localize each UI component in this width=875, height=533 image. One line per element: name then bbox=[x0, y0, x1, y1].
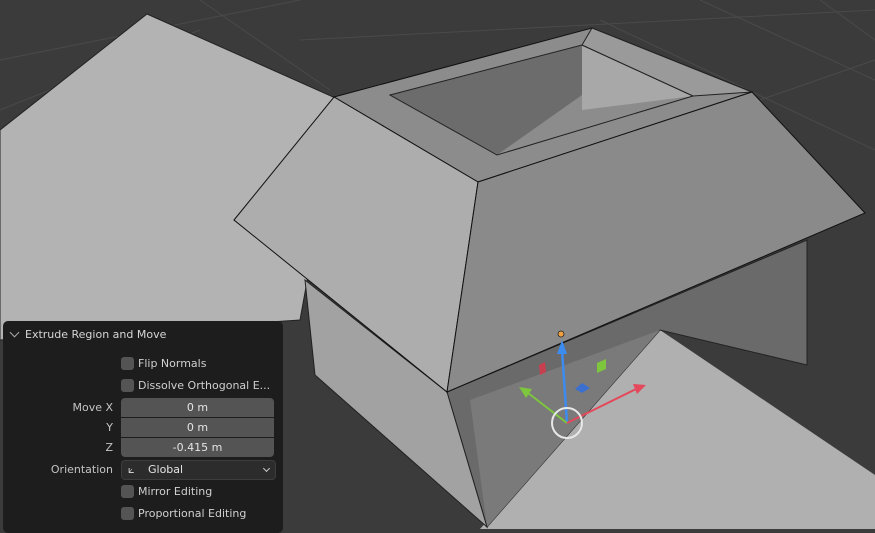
move-z-field[interactable]: -0.415 m bbox=[121, 438, 274, 457]
checkbox-label: Flip Normals bbox=[138, 357, 207, 370]
checkbox-icon[interactable] bbox=[121, 379, 134, 392]
orientation-axes-icon: ⟀ bbox=[128, 463, 135, 476]
checkbox-icon[interactable] bbox=[121, 485, 134, 498]
checkbox-icon[interactable] bbox=[121, 357, 134, 370]
operator-panel: Extrude Region and Move Flip Normals Dis… bbox=[3, 321, 283, 533]
flip-normals-checkbox[interactable]: Flip Normals bbox=[3, 355, 283, 374]
checkbox-label: Dissolve Orthogonal E... bbox=[138, 379, 271, 392]
panel-title: Extrude Region and Move bbox=[25, 327, 167, 341]
panel-header[interactable]: Extrude Region and Move bbox=[9, 327, 167, 341]
orientation-label: Orientation bbox=[50, 463, 113, 476]
orientation-dropdown[interactable]: ⟀ Global bbox=[121, 460, 276, 480]
checkbox-label: Mirror Editing bbox=[138, 485, 213, 498]
checkbox-icon[interactable] bbox=[121, 507, 134, 520]
move-x-label: Move X bbox=[72, 401, 113, 414]
checkbox-label: Proportional Editing bbox=[138, 507, 247, 520]
chevron-down-icon bbox=[9, 327, 20, 337]
proportional-editing-checkbox[interactable]: Proportional Editing bbox=[3, 505, 283, 524]
move-y-label: Y bbox=[106, 421, 113, 434]
move-x-field[interactable]: 0 m bbox=[121, 398, 274, 417]
chevron-down-icon bbox=[262, 464, 271, 473]
move-y-field[interactable]: 0 m bbox=[121, 418, 274, 437]
move-z-label: Z bbox=[105, 441, 113, 454]
dissolve-orthogonal-checkbox[interactable]: Dissolve Orthogonal E... bbox=[3, 377, 283, 396]
orientation-value: Global bbox=[148, 463, 184, 476]
mirror-editing-checkbox[interactable]: Mirror Editing bbox=[3, 483, 283, 502]
